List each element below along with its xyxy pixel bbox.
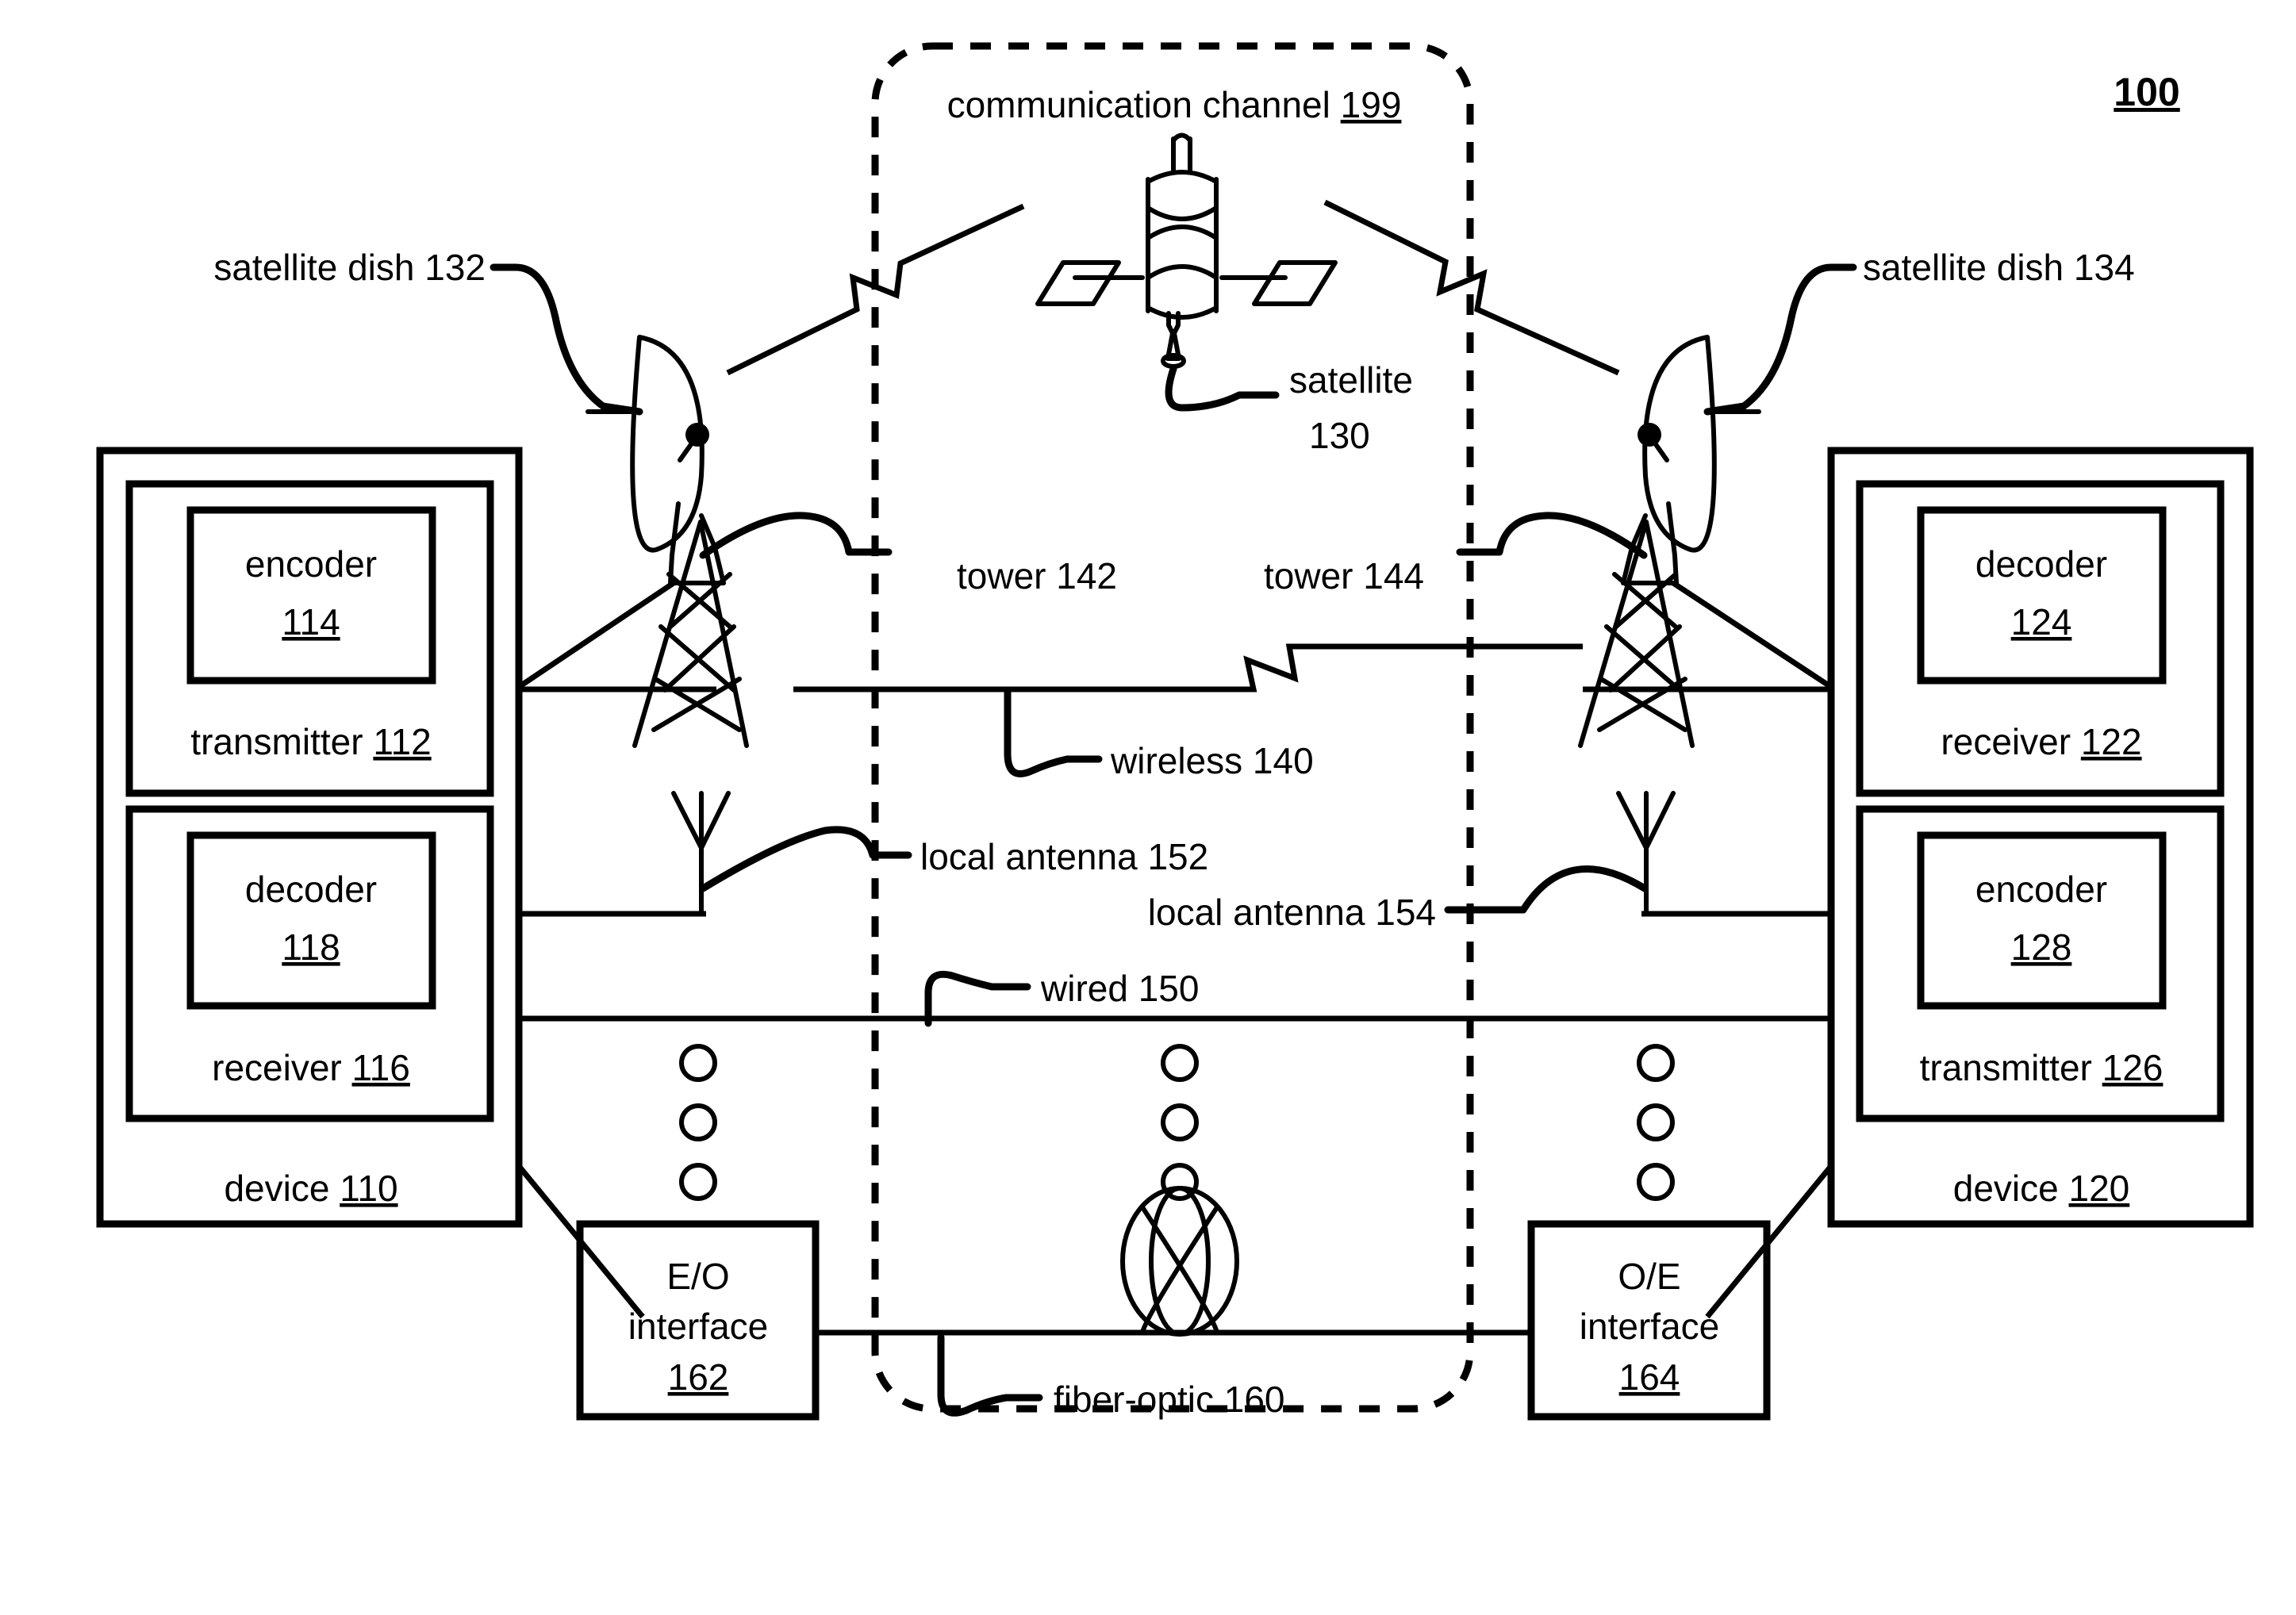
local-antenna-152-label: local antenna 152: [920, 836, 1208, 877]
encoder-128-ref: 128: [2011, 926, 2072, 968]
communication-channel-boundary: [871, 42, 1474, 1413]
oe-interface-164-line1: O/E: [1618, 1256, 1680, 1297]
encoder-128-label: encoder: [1975, 869, 2107, 910]
fiber-optic-coil-icon: [1120, 1186, 1239, 1337]
patent-figure-root: 100 communication channel 199 encoder 11…: [0, 0, 2296, 1615]
satellite-dish-132-label: satellite dish 132: [213, 247, 486, 288]
receiver-122-label: receiver 122: [1941, 721, 2141, 762]
satellite-130-label: satellite: [1289, 359, 1413, 401]
satellite-dish-134-icon: [1621, 335, 1761, 585]
fiber-optic-160-label: fiber-optic 160: [1054, 1379, 1285, 1420]
tower-142-icon: [632, 520, 749, 748]
decoder-118-box[interactable]: [186, 831, 436, 1010]
local-antenna-154-leader: [1444, 865, 1649, 914]
ellipsis-dots-center: [1161, 1044, 1199, 1201]
ellipsis-dots-right: [1637, 1044, 1675, 1201]
communication-system-diagram: 100 communication channel 199 encoder 11…: [96, 42, 2254, 1421]
eo-interface-162-line1: E/O: [666, 1256, 729, 1297]
transmitter-126-label: transmitter 126: [1920, 1047, 2164, 1088]
satellite-dish-132-leader: [490, 263, 643, 416]
eo-interface-162-line2: interface: [628, 1306, 768, 1347]
wireless-140-leader: [1004, 688, 1103, 777]
dish-132-to-device-110-link: [517, 581, 675, 689]
decoder-124-box[interactable]: [1917, 506, 2167, 685]
device-120-label: device 120: [1953, 1168, 2130, 1209]
tower-144-label: tower 144: [1264, 555, 1424, 597]
eo-interface-162-ref: 162: [668, 1356, 729, 1398]
tower-142-label: tower 142: [957, 555, 1117, 597]
tower-144-leader: [1456, 512, 1648, 559]
device-110-label: device 110: [224, 1168, 397, 1209]
oe-interface-164-line2: interface: [1580, 1306, 1719, 1347]
local-antenna-152-icon: [671, 791, 731, 915]
satellite-130-ref: 130: [1309, 415, 1370, 456]
decoder-118-label: decoder: [245, 869, 377, 910]
local-antenna-154-icon: [1616, 791, 1676, 915]
oe-interface-164-ref: 164: [1619, 1356, 1680, 1398]
transmitter-112-label: transmitter 112: [190, 721, 431, 762]
satellite-130-leader: [1165, 365, 1280, 412]
encoder-114-box[interactable]: [186, 506, 436, 685]
decoder-124-label: decoder: [1975, 543, 2107, 585]
wireless-140-link: [793, 643, 1583, 692]
satellite-icon: [1035, 132, 1338, 369]
decoder-124-ref: 124: [2011, 601, 2072, 643]
encoder-128-box[interactable]: [1917, 831, 2167, 1010]
decoder-118-ref: 118: [282, 926, 340, 968]
tower-142-leader: [699, 512, 893, 559]
satellite-dish-134-label: satellite dish 134: [1863, 247, 2135, 288]
encoder-114-label: encoder: [245, 543, 377, 585]
communication-channel-label: communication channel 199: [947, 84, 1402, 125]
receiver-116-label: receiver 116: [212, 1047, 410, 1088]
wired-150-label: wired 150: [1040, 968, 1199, 1009]
fiber-optic-160-leader: [937, 1333, 1043, 1417]
ellipsis-dots-left: [679, 1044, 717, 1201]
figure-number: 100: [2114, 70, 2179, 114]
satellite-dish-134-leader: [1703, 263, 1857, 416]
wireless-140-label: wireless 140: [1110, 740, 1314, 781]
local-antenna-154-label: local antenna 154: [1148, 892, 1436, 933]
dish-134-to-device-120-link: [1672, 581, 1833, 689]
encoder-114-ref: 114: [282, 601, 340, 643]
